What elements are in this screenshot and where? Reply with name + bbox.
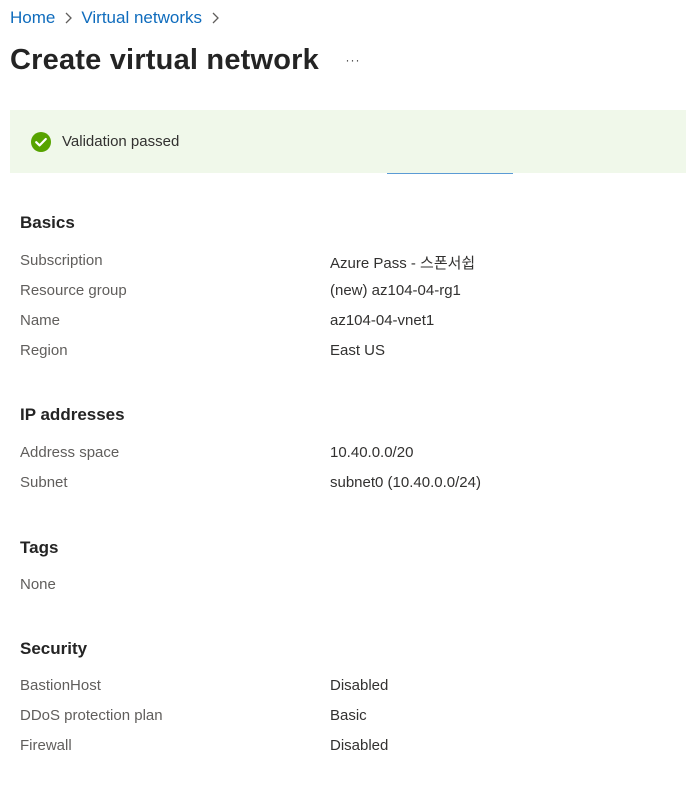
section-title-tags: Tags <box>20 538 59 557</box>
summary-row: DDoS protection plan Basic <box>20 707 660 729</box>
summary-row: BastionHost Disabled <box>20 677 660 699</box>
row-label: Name <box>20 312 61 329</box>
ellipsis-icon: ··· <box>345 53 361 67</box>
row-value: subnet0 (10.40.0.0/24) <box>330 474 481 491</box>
summary-row: Subscription Azure Pass - 스폰서쉽 <box>20 252 660 274</box>
row-label: BastionHost <box>20 677 101 694</box>
row-label: Address space <box>20 444 120 461</box>
row-value: Disabled <box>330 677 389 694</box>
chevron-right-icon <box>204 7 226 29</box>
summary-row: Name az104-04-vnet1 <box>20 312 660 334</box>
summary-row: Region East US <box>20 342 660 364</box>
row-value: East US <box>330 342 386 359</box>
summary-row: Address space 10.40.0.0/20 <box>20 444 660 466</box>
row-label: None <box>20 576 56 593</box>
row-label: Subscription <box>20 252 103 269</box>
validation-banner: Validation passed <box>10 110 686 173</box>
summary-row: Subnet subnet0 (10.40.0.0/24) <box>20 474 660 496</box>
section-title-security: Security <box>20 639 88 658</box>
row-value: 10.40.0.0/20 <box>330 444 414 461</box>
summary-row: Resource group (new) az104-04-rg1 <box>20 282 660 304</box>
breadcrumb-virtual-networks-link[interactable]: Virtual networks <box>81 8 202 28</box>
row-label: Firewall <box>20 737 72 754</box>
summary-row: None <box>20 576 660 598</box>
row-label: DDoS protection plan <box>20 707 163 724</box>
row-label: Region <box>20 342 68 359</box>
chevron-right-icon <box>57 7 79 29</box>
row-value: Basic <box>330 707 367 724</box>
breadcrumb-home-link[interactable]: Home <box>10 8 55 28</box>
row-label: Subnet <box>20 474 68 491</box>
row-label: Resource group <box>20 282 127 299</box>
section-title-ip-addresses: IP addresses <box>20 405 125 424</box>
page-title: Create virtual network <box>10 43 319 76</box>
row-value: (new) az104-04-rg1 <box>330 282 461 299</box>
section-title-basics: Basics <box>20 213 75 232</box>
validation-message: Validation passed <box>62 133 180 150</box>
row-value: Disabled <box>330 737 389 754</box>
breadcrumb: Home Virtual networks <box>10 6 228 30</box>
row-value: Azure Pass - 스폰서쉽 <box>330 255 476 272</box>
more-options-button[interactable]: ··· <box>342 50 364 70</box>
checkmark-circle-icon <box>30 131 52 153</box>
summary-row: Firewall Disabled <box>20 737 660 759</box>
tab-underline <box>387 173 513 174</box>
row-value: az104-04-vnet1 <box>330 312 435 329</box>
title-row: Create virtual network <box>10 40 319 80</box>
